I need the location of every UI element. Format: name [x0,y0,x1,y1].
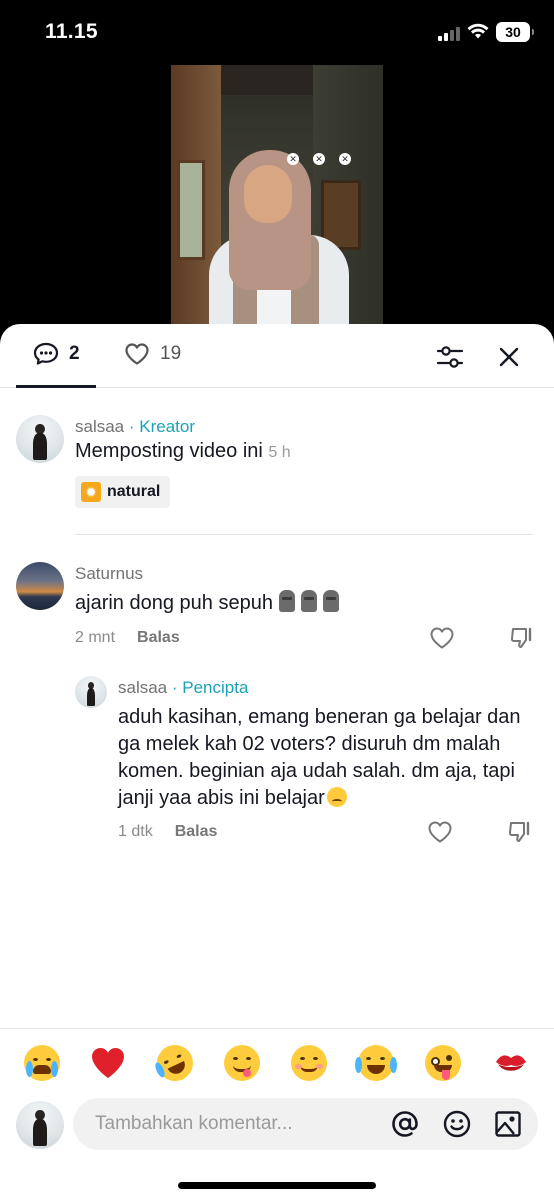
reply-button[interactable]: Balas [175,823,218,841]
reply-button[interactable]: Balas [137,629,180,647]
comment-body: ajarin dong puh sepuh [75,592,273,614]
sparkle-icon: ✹ [81,482,101,502]
comments-sheet: 2 19 salsaa · Kreator Memposting video i… [0,324,554,1200]
reply-username[interactable]: salsaa [118,678,167,697]
comments-count: 2 [69,343,80,364]
heart-icon [125,343,149,365]
image-icon[interactable] [494,1110,522,1138]
signal-icon [438,27,460,41]
reply-line: aduh kasihan, emang beneran ga belajar d… [118,706,521,728]
rolling-on-floor-laughing-icon[interactable] [151,1039,199,1087]
zany-face-icon[interactable] [425,1045,461,1081]
filter-icon[interactable] [436,344,464,370]
loudly-crying-face-icon[interactable] [24,1045,60,1081]
video-sticker-overlay: ✕ ✕ ✕ [287,153,351,165]
close-icon[interactable] [497,345,521,369]
at-icon[interactable] [391,1110,419,1138]
sheet-header: 2 19 [0,324,554,388]
caption-time: 5 h [268,444,291,461]
reply-text: aduh kasihan, emang beneran ga belajar d… [118,704,548,812]
avatar[interactable] [75,676,107,708]
sad-emoji-icon [326,787,347,807]
comment-input-row [0,1098,554,1168]
face-savoring-food-icon[interactable] [224,1045,260,1081]
comment-username[interactable]: Saturnus [75,564,143,584]
hashtag-label: natural [107,483,161,500]
smiling-face-icon[interactable] [291,1045,327,1081]
status-bar: 11.15 30 [0,0,554,64]
caption-username-line[interactable]: salsaa · Kreator [75,417,195,437]
battery-indicator: 30 [496,22,534,42]
active-tab-indicator [16,385,96,388]
creator-badge: · Kreator [128,417,196,436]
comment-text: ajarin dong puh sepuh [75,590,339,617]
wifi-icon [467,23,489,39]
avatar[interactable] [16,415,64,463]
moai-emoji-icon [322,590,339,612]
kiss-mark-icon[interactable] [493,1045,529,1081]
caption-username[interactable]: salsaa [75,417,124,436]
tab-likes[interactable]: 19 [124,342,181,366]
like-icon[interactable] [429,626,455,650]
video-preview[interactable]: ✕ ✕ ✕ [171,65,383,327]
comment-meta: 2 mnt Balas [75,629,180,647]
dislike-icon[interactable] [507,820,533,844]
caption-body: Memposting video ini [75,440,263,462]
comment-icon [33,342,59,365]
tab-comments[interactable]: 2 [33,342,80,366]
reply-time: 1 dtk [118,823,153,840]
creator-badge: · Pencipta [171,678,249,697]
divider [75,534,533,535]
avatar[interactable] [16,562,64,610]
comment-time: 2 mnt [75,629,116,646]
reply-username-line[interactable]: salsaa · Pencipta [118,678,248,698]
moai-emoji-icon [278,590,295,612]
like-icon[interactable] [427,820,453,844]
reply-line: ga melek kah 02 voters? disuruh dm malah [118,733,501,755]
comment-input[interactable] [95,1098,385,1150]
reply-line: komen. beginian aja udah salah. dm aja, … [118,760,515,782]
status-time: 11.15 [45,20,98,43]
hashtag-chip[interactable]: ✹ natural [75,476,171,508]
reply-line-last: janji yaa abis ini belajar [118,785,548,812]
reply-line: janji yaa abis ini belajar [118,787,325,809]
tears-of-joy-icon[interactable] [355,1045,397,1081]
dislike-icon[interactable] [509,626,535,650]
home-indicator [178,1182,376,1189]
reply-meta: 1 dtk Balas [118,823,217,841]
comment-input-box[interactable] [73,1098,538,1150]
likes-count: 19 [160,343,182,364]
moai-emoji-icon [300,590,317,612]
caption-text: Memposting video ini 5 h [75,438,291,466]
emoji-icon[interactable] [443,1110,471,1138]
emoji-quick-bar [0,1028,554,1098]
avatar [16,1101,64,1149]
red-heart-icon[interactable] [90,1045,126,1081]
